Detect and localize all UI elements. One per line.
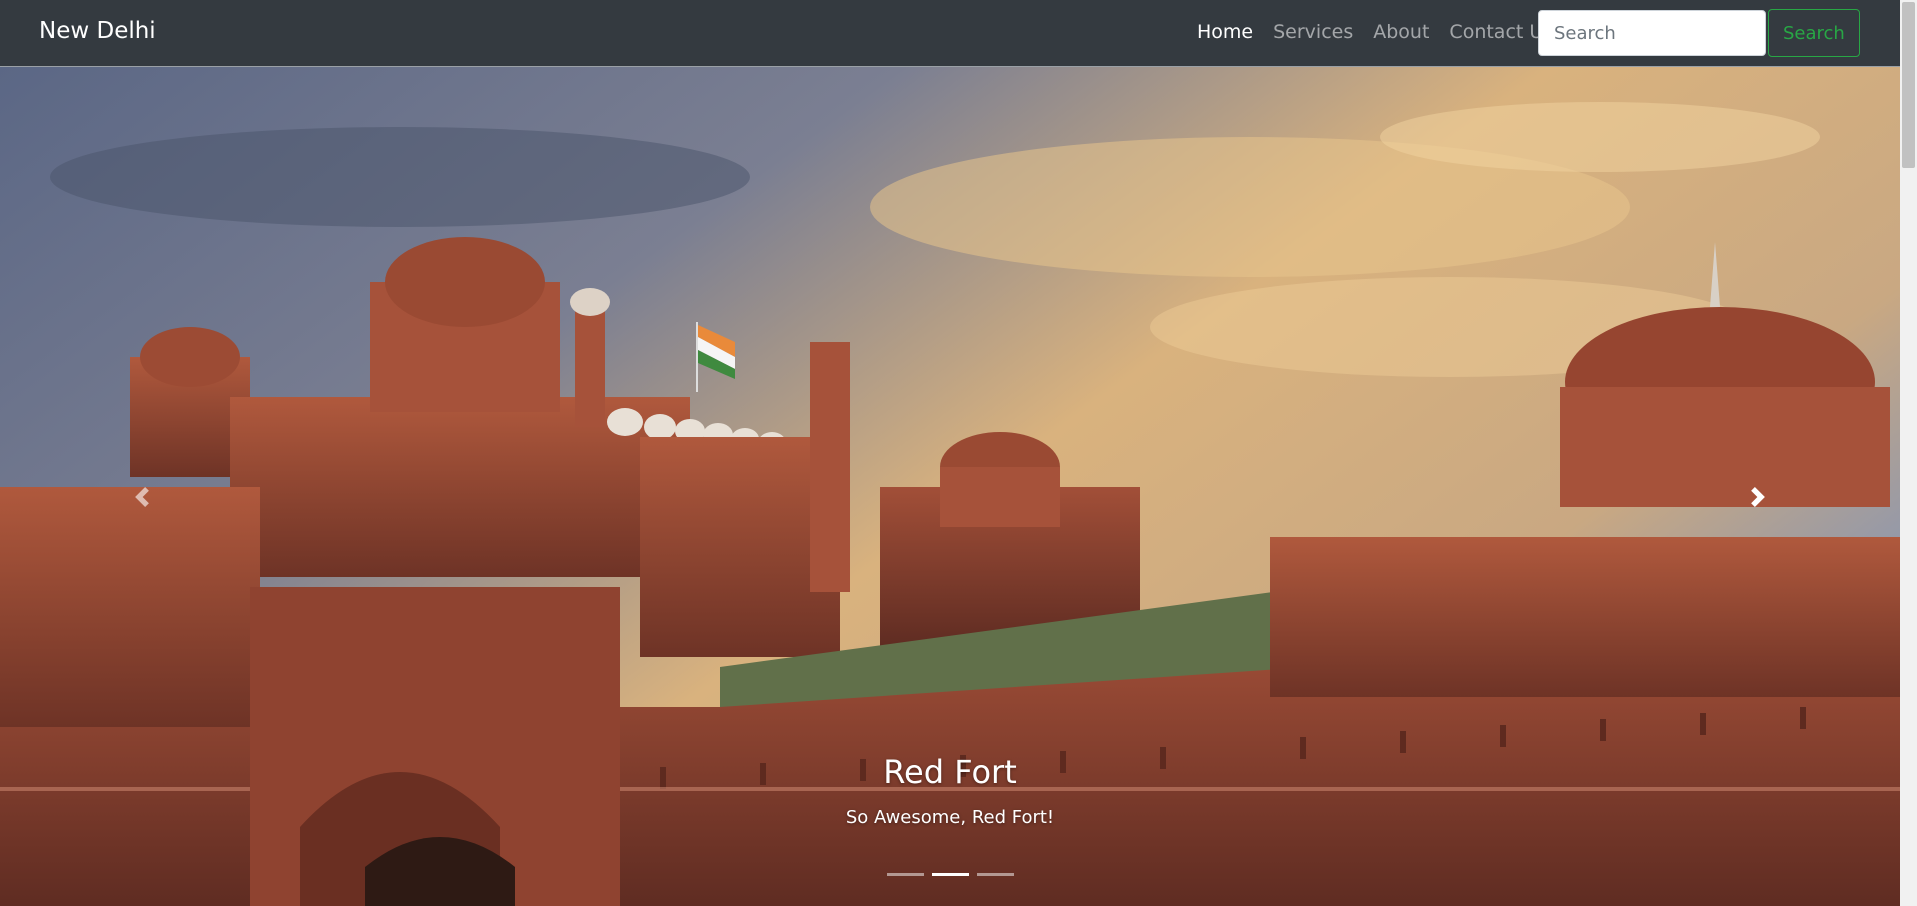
chevron-left-icon xyxy=(135,487,149,507)
scrollbar-thumb[interactable] xyxy=(1902,2,1915,168)
page: New Delhi Home Services About Contact Us… xyxy=(0,0,1917,906)
carousel-caption: Red Fort So Awesome, Red Fort! xyxy=(0,752,1900,830)
chevron-right-icon xyxy=(1751,487,1765,507)
navbar: New Delhi Home Services About Contact Us… xyxy=(0,0,1900,67)
nav-links: Home Services About Contact Us xyxy=(1187,20,1563,44)
nav-link-about[interactable]: About xyxy=(1363,20,1439,44)
carousel-indicator-2[interactable] xyxy=(931,873,969,876)
navbar-brand[interactable]: New Delhi xyxy=(39,16,156,46)
carousel-next-button[interactable] xyxy=(1728,467,1788,527)
caption-text: So Awesome, Red Fort! xyxy=(845,807,1055,828)
carousel-indicator-1[interactable] xyxy=(886,873,924,876)
carousel-prev-button[interactable] xyxy=(112,467,172,527)
nav-link-services[interactable]: Services xyxy=(1263,20,1363,44)
nav-link-home[interactable]: Home xyxy=(1187,20,1263,44)
page-scrollbar[interactable] xyxy=(1900,0,1917,906)
image-carousel: Red Fort So Awesome, Red Fort! xyxy=(0,67,1900,906)
search-button[interactable]: Search xyxy=(1768,9,1860,57)
search-input[interactable] xyxy=(1538,10,1766,56)
carousel-indicator-3[interactable] xyxy=(976,873,1014,876)
search-form: Search xyxy=(1538,9,1860,57)
carousel-indicators xyxy=(0,873,1900,876)
caption-title: Red Fort xyxy=(883,753,1017,791)
